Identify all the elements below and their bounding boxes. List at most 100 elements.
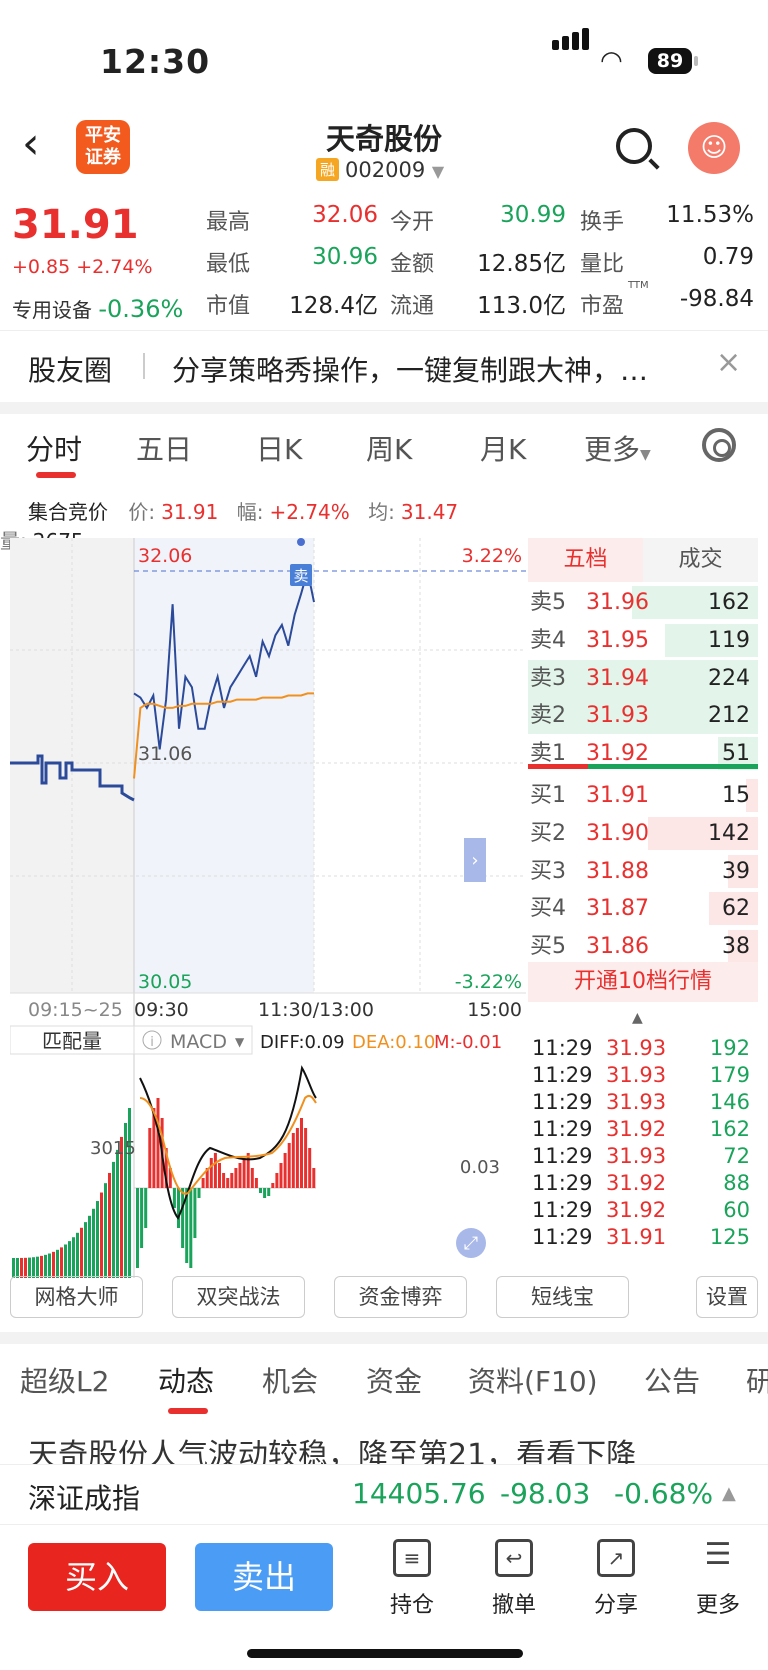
trade-volume: 60 (723, 1198, 750, 1222)
stat-label: 最高 (206, 210, 251, 235)
grid-master-button[interactable]: 网格大师 (10, 1276, 143, 1318)
sector-info[interactable]: 专用设备 -0.36% (12, 294, 183, 323)
stat-label: 市盈 (580, 294, 625, 319)
macd-scale-label: 0.03 (460, 1157, 500, 1178)
ask-row[interactable]: 卖4 31.95 119 (528, 622, 758, 659)
short-term-button[interactable]: 短线宝 (496, 1276, 629, 1318)
bid-row[interactable]: 买3 31.88 39 (528, 853, 758, 890)
news-headline[interactable]: 天奇股份人气波动较稳，降至第21，看看下降 (28, 1428, 748, 1468)
search-icon[interactable] (616, 128, 652, 164)
bid-row[interactable]: 买1 31.91 15 (528, 777, 758, 814)
macd-bar (230, 1173, 234, 1188)
stock-header: ‹ 平安 证券 天奇股份 融 002009 ▼ ☺ (0, 110, 768, 190)
chevron-down-icon: ▼ (640, 447, 651, 463)
share-button[interactable]: ↗ 分享 (576, 1539, 656, 1619)
positions-button[interactable]: ≡ 持仓 (372, 1539, 452, 1619)
volume-bar (104, 1183, 107, 1278)
bid-ask-ratio-bar-green (588, 764, 758, 769)
tab-monthly-k[interactable]: 月K (480, 428, 526, 468)
wifi-icon: ◠ (600, 46, 623, 76)
strategy-tools: 网格大师 双突战法 资金博弈 短线宝 设置 (0, 1276, 768, 1326)
bid-row[interactable]: 买4 31.87 62 (528, 890, 758, 927)
info-avg: 31.47 (400, 500, 459, 524)
index-ticker[interactable]: 深证成指 14405.76 -98.03 -0.68% ▲ (0, 1464, 768, 1524)
tab-daily-k[interactable]: 日K (256, 428, 302, 468)
index-value: 14405.76 (352, 1477, 486, 1510)
volume-bar (20, 1257, 23, 1278)
close-icon[interactable]: × (716, 345, 741, 380)
volume-bar (52, 1251, 55, 1278)
tab-five-day[interactable]: 五日 (136, 428, 192, 468)
level-volume: 212 (708, 703, 750, 729)
community-banner[interactable]: 股友圈 分享策略秀操作，一键复制跟大神，… × (0, 330, 768, 402)
volume-bar (24, 1257, 27, 1278)
more-button[interactable]: ☰ 更多 (678, 1539, 758, 1619)
trade-time: 11:29 (532, 1117, 593, 1141)
trade-volume: 72 (723, 1144, 750, 1168)
macd-bar (287, 1143, 291, 1188)
capital-game-button[interactable]: 资金博弈 (334, 1276, 467, 1318)
trade-row: 11:29 31.93 146 (528, 1088, 758, 1116)
tab-announcements[interactable]: 公告 (644, 1360, 700, 1400)
trade-volume: 88 (723, 1171, 750, 1195)
x-tick-open: 09:30 (134, 999, 189, 1021)
buy-button[interactable]: 买入 (28, 1543, 166, 1611)
tab-research[interactable]: 研 (746, 1360, 768, 1400)
ask-row[interactable]: 卖5 31.96 162 (528, 584, 758, 621)
ask-row[interactable]: 卖3 31.94 224 (528, 659, 758, 697)
stat-label: 量比 (580, 252, 625, 277)
caret-up-icon[interactable]: ▲ (632, 1010, 643, 1026)
upgrade-level10-button[interactable]: 开通10档行情 (528, 962, 758, 1002)
macd-bar (234, 1168, 238, 1188)
menu-icon: ☰ (704, 1537, 732, 1572)
stat-value: 12.85亿 (477, 251, 566, 277)
trade-time: 11:29 (532, 1171, 593, 1195)
tab-more[interactable]: 更多▼ (584, 428, 651, 468)
margin-badge: 融 (316, 158, 340, 181)
battery-icon: 89 (648, 48, 698, 74)
tab-trades[interactable]: 成交 (643, 538, 758, 582)
info-icon-glyph: i (150, 1035, 154, 1050)
trade-time: 11:29 (532, 1063, 593, 1087)
bid-row[interactable]: 买2 31.90 142 (528, 815, 758, 852)
macd-bar (226, 1178, 230, 1188)
level-volume: 38 (722, 934, 750, 960)
cancel-order-button[interactable]: ↩ 撤单 (474, 1539, 554, 1619)
macd-bar (218, 1163, 221, 1188)
tab-news[interactable]: 动态 (158, 1360, 214, 1400)
level-label: 卖4 (530, 627, 566, 653)
volume-bar (16, 1257, 19, 1278)
double-breakout-button[interactable]: 双突战法 (172, 1276, 305, 1318)
price-change: +0.85 +2.74% (12, 256, 153, 278)
tab-opportunity[interactable]: 机会 (262, 1360, 318, 1400)
stock-name: 天奇股份 (325, 122, 442, 156)
level-label: 卖2 (530, 703, 566, 729)
macd-bar (300, 1118, 303, 1188)
sell-button[interactable]: 卖出 (195, 1543, 333, 1611)
macd-bar (172, 1188, 176, 1208)
last-price: 31.91 (12, 202, 139, 248)
tab-funds[interactable]: 资金 (366, 1360, 422, 1400)
trade-volume: 192 (709, 1036, 750, 1060)
divider (0, 1332, 768, 1344)
intraday-chart[interactable]: 32.06 3.22% 31.06 30.05 -3.22% 卖 › 09:15… (10, 538, 526, 1278)
tab-super-l2[interactable]: 超级L2 (20, 1360, 109, 1400)
tab-five-levels[interactable]: 五档 (528, 538, 643, 582)
tab-f10[interactable]: 资料(F10) (468, 1360, 598, 1400)
stat-value: -98.84 (679, 286, 754, 312)
volume-bar (116, 1149, 119, 1278)
tab-weekly-k[interactable]: 周K (366, 428, 412, 468)
volume-bar (48, 1253, 51, 1278)
gear-icon[interactable] (702, 428, 736, 462)
ask-row[interactable]: 卖2 31.93 212 (528, 697, 758, 735)
macd-label: MACD (170, 1031, 227, 1053)
y-top-label: 32.06 (138, 545, 192, 567)
trade-row: 11:29 31.93 72 (528, 1142, 758, 1170)
trade-time: 11:29 (532, 1144, 593, 1168)
tab-intraday[interactable]: 分时 (26, 428, 82, 468)
settings-button[interactable]: 设置 (696, 1276, 758, 1318)
bid-row[interactable]: 买5 31.86 38 (528, 928, 758, 965)
status-time: 12:30 (100, 42, 211, 81)
assistant-avatar[interactable]: ☺ (688, 122, 740, 174)
stock-code-selector[interactable]: 融 002009 ▼ (316, 158, 444, 182)
